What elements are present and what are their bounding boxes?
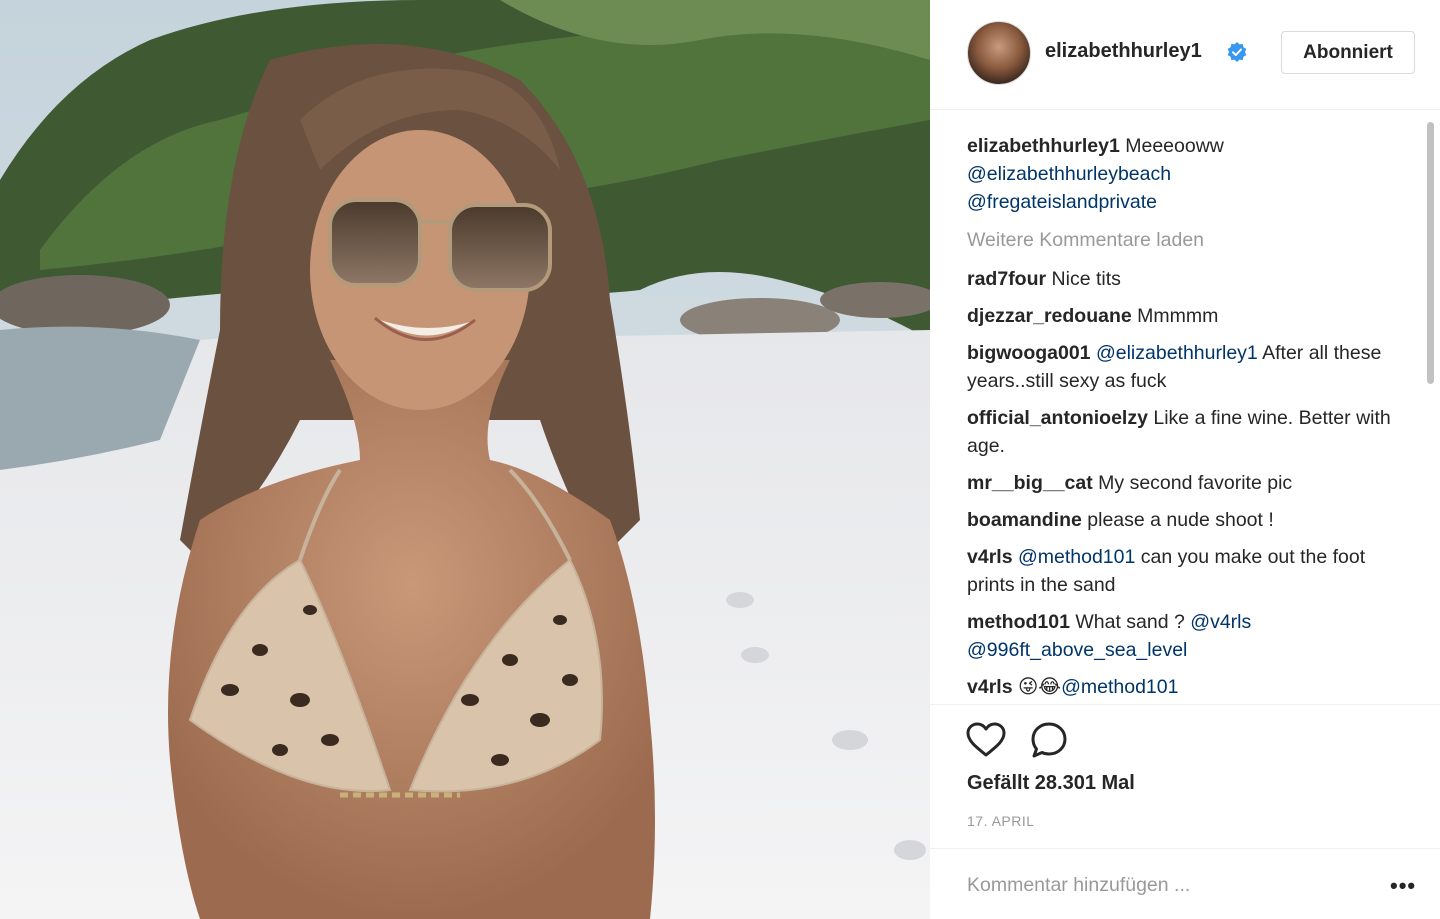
comment-username[interactable]: v4rls: [967, 546, 1013, 568]
post-header: elizabethhurley1 Abonniert: [930, 0, 1440, 110]
comment-text: Mmmmm: [1137, 305, 1219, 327]
header-username[interactable]: elizabethhurley1: [1045, 40, 1202, 63]
comment-emoji: 😜😂: [1017, 676, 1062, 698]
comment-text: please a nude shoot !: [1087, 509, 1274, 531]
load-more-comments-link[interactable]: Weitere Kommentare laden: [967, 226, 1407, 254]
verified-badge-icon: [1227, 42, 1247, 62]
beach-selfie-image: [0, 0, 930, 919]
comment-username[interactable]: rad7four: [967, 268, 1046, 290]
post-date: 17. APRIL: [967, 813, 1035, 829]
comments-list: elizabethhurley1 Meeeooww @elizabethhurl…: [967, 132, 1407, 702]
comment-username[interactable]: bigwooga001: [967, 342, 1091, 364]
comment-item: mr__big__cat My second favorite pic: [967, 469, 1407, 497]
comment-item: djezzar_redouane Mmmmm: [967, 302, 1407, 330]
mention-link[interactable]: @v4rls: [1190, 611, 1251, 633]
mention-link[interactable]: @elizabethhurleybeach: [967, 163, 1171, 185]
following-button[interactable]: Abonniert: [1281, 31, 1415, 74]
comment-text: What sand ?: [1075, 611, 1185, 633]
comment-item: v4rls 😜😂@method101: [967, 673, 1407, 701]
comment-item: official_antonioelzy Like a fine wine. B…: [967, 404, 1407, 460]
mention-link[interactable]: @elizabethhurley1: [1096, 342, 1258, 364]
caption: elizabethhurley1 Meeeooww @elizabethhurl…: [967, 132, 1407, 216]
comment-item: method101 What sand ? @v4rls @996ft_abov…: [967, 608, 1407, 664]
comment-item: v4rls @method101 can you make out the fo…: [967, 543, 1407, 599]
comments-scrollbar[interactable]: [1427, 122, 1434, 384]
comment-username[interactable]: official_antonioelzy: [967, 407, 1148, 429]
comment-username[interactable]: mr__big__cat: [967, 472, 1093, 494]
caption-text: Meeeooww: [1125, 135, 1224, 157]
avatar[interactable]: [967, 21, 1031, 85]
comment-input[interactable]: Kommentar hinzufügen ...: [967, 874, 1190, 897]
likes-count[interactable]: Gefällt 28.301 Mal: [967, 772, 1135, 795]
comment-username[interactable]: elizabethhurley1: [967, 135, 1120, 157]
post-actions: Gefällt 28.301 Mal 17. APRIL: [930, 704, 1440, 829]
comment-text: Nice tits: [1051, 268, 1121, 290]
comment-username[interactable]: djezzar_redouane: [967, 305, 1132, 327]
post-photo[interactable]: [0, 0, 930, 919]
mention-link[interactable]: @method101: [1018, 546, 1135, 568]
comment-item: bigwooga001 @elizabethhurley1 After all …: [967, 339, 1407, 395]
post-sidebar: elizabethhurley1 Abonniert elizabethhurl…: [930, 0, 1440, 919]
more-options-icon[interactable]: •••: [1390, 873, 1416, 899]
add-comment-bar: Kommentar hinzufügen ... •••: [930, 848, 1440, 919]
mention-link[interactable]: @method101: [1061, 676, 1178, 698]
comment-text: My second favorite pic: [1098, 472, 1293, 494]
heart-icon[interactable]: [966, 722, 1006, 758]
mention-link[interactable]: @fregateislandprivate: [967, 191, 1157, 213]
comment-bubble-icon[interactable]: [1030, 721, 1068, 759]
comment-username[interactable]: method101: [967, 611, 1070, 633]
comment-username[interactable]: boamandine: [967, 509, 1082, 531]
comment-item: rad7four Nice tits: [967, 265, 1407, 293]
comment-username[interactable]: v4rls: [967, 676, 1013, 698]
comment-item: boamandine please a nude shoot !: [967, 506, 1407, 534]
mention-link[interactable]: @996ft_above_sea_level: [967, 639, 1187, 661]
